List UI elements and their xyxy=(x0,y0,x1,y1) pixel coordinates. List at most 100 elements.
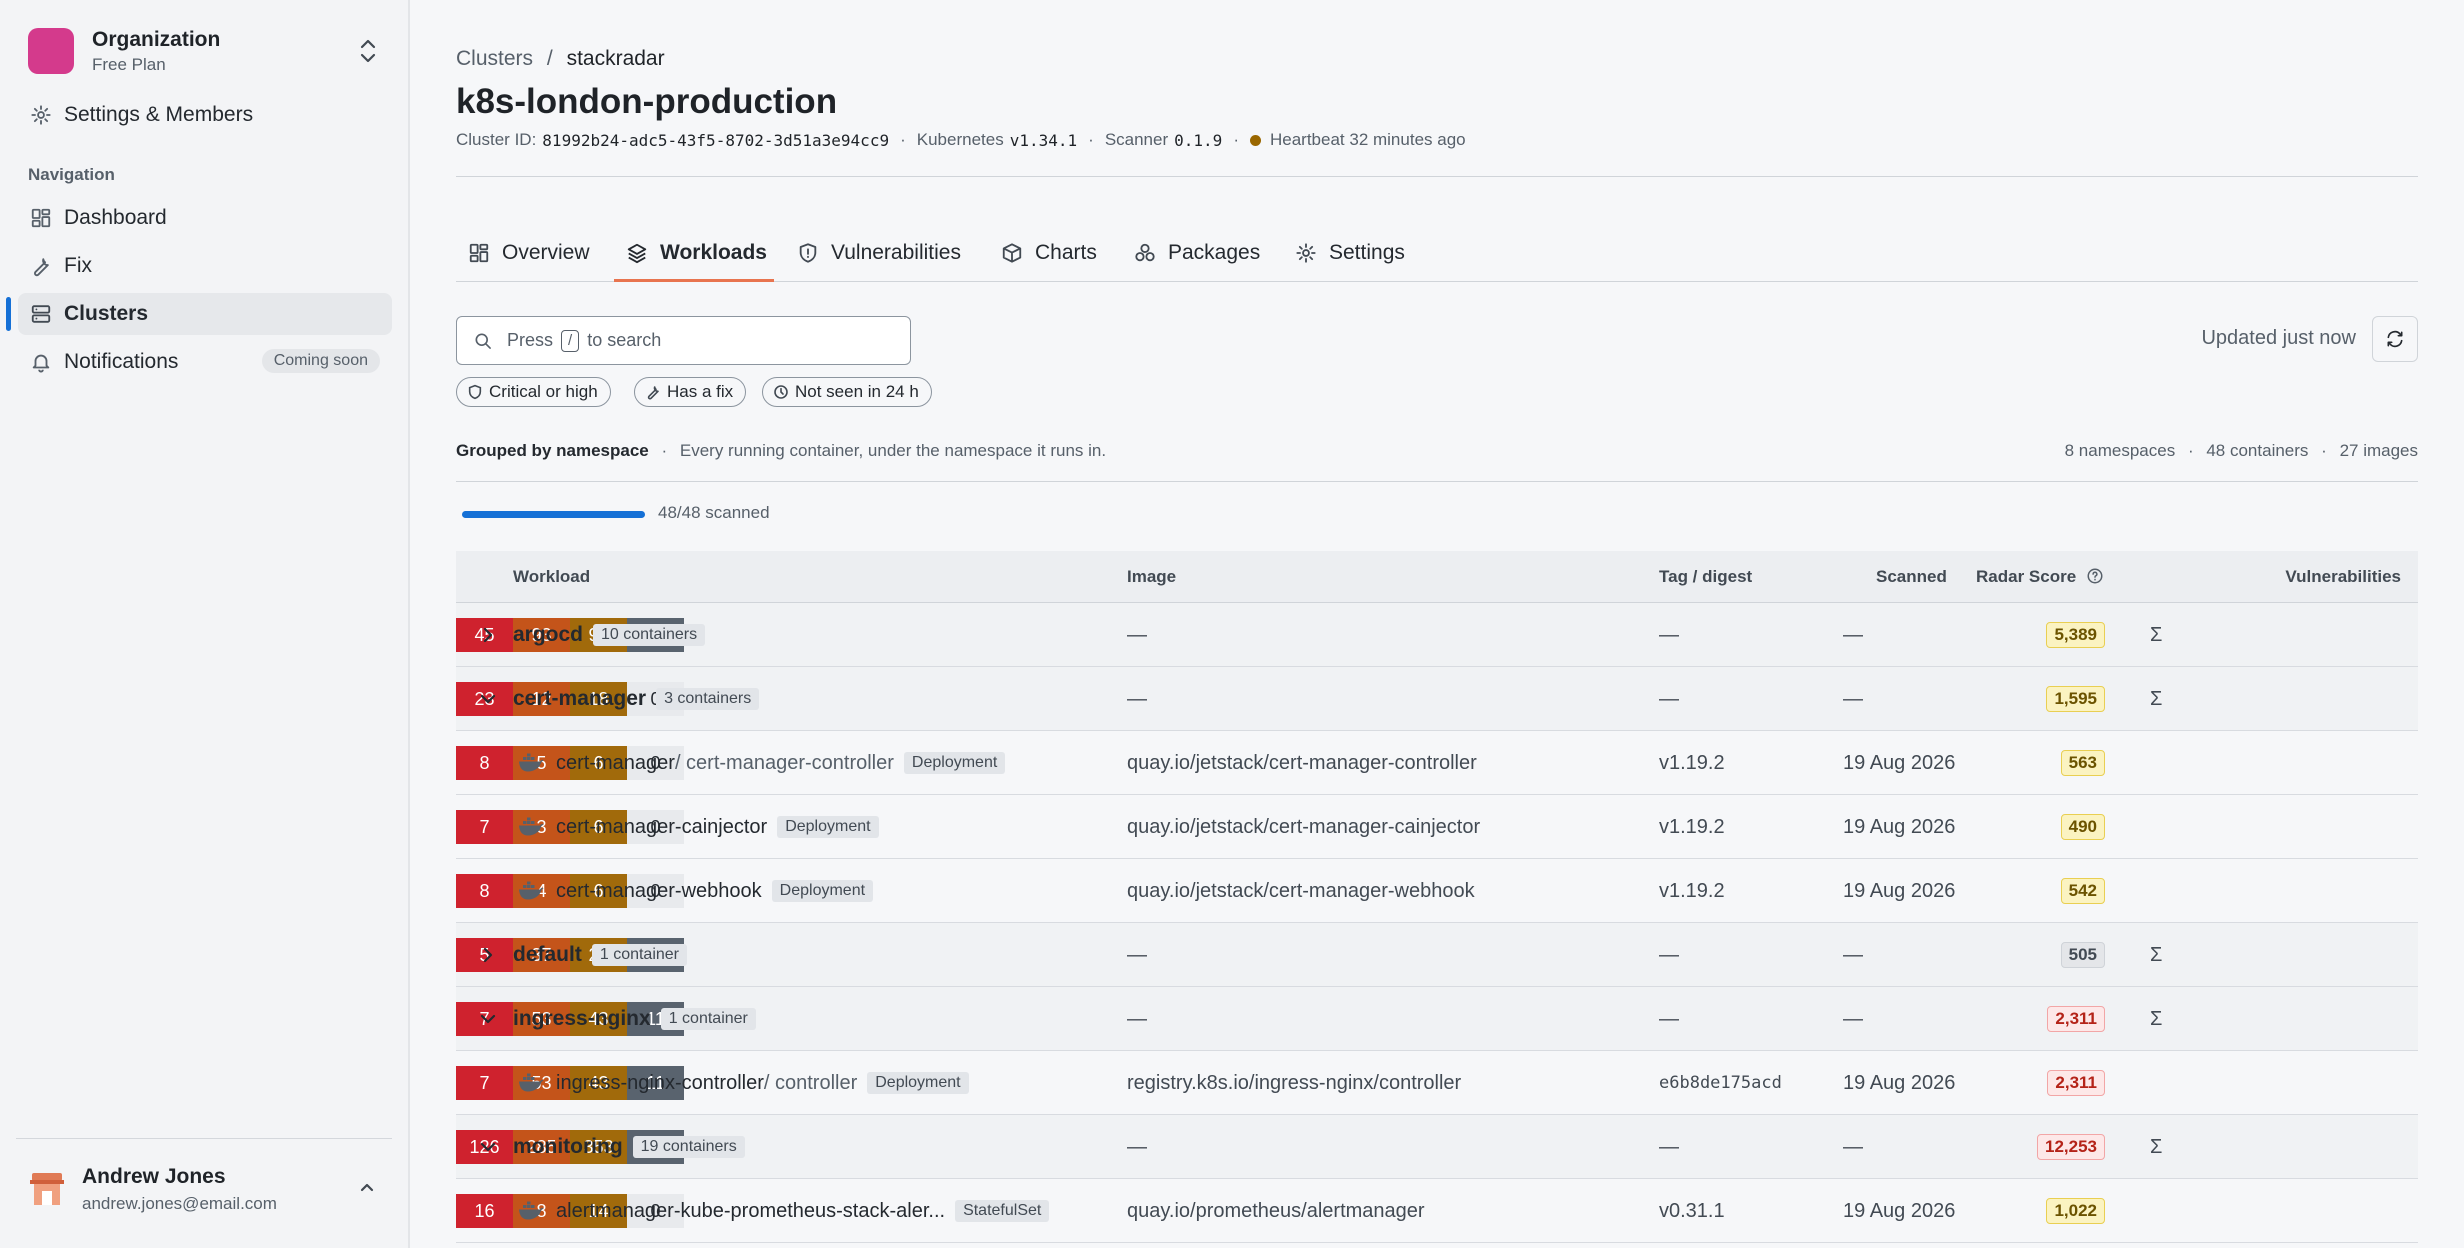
radar-score-badge: 490 xyxy=(2060,814,2105,840)
breadcrumb-root[interactable]: Clusters xyxy=(456,47,533,70)
inventory-counts: 8 namespaces · 48 containers · 27 images xyxy=(2064,441,2418,460)
workloads-table: Workload Image Tag / digest Scanned Rada… xyxy=(456,551,2418,1243)
docker-icon xyxy=(518,753,544,773)
workload-name[interactable]: cert-manager / cert-manager-controller De… xyxy=(518,731,1006,795)
tag-cell: v1.19.2 xyxy=(1659,815,1725,838)
chevron-down-icon[interactable] xyxy=(479,692,497,706)
packages-icon xyxy=(1134,242,1156,264)
refresh-button[interactable] xyxy=(2372,316,2418,362)
scan-progress-label: 48/48 scanned xyxy=(658,503,770,522)
wrench-icon xyxy=(30,255,52,277)
expand-toggle[interactable] xyxy=(478,1115,498,1179)
col-image[interactable]: Image xyxy=(1127,567,1176,587)
tab-charts[interactable]: Charts xyxy=(1001,224,1097,282)
col-tag[interactable]: Tag / digest xyxy=(1659,567,1752,587)
sigma-icon: Σ xyxy=(2150,943,2163,966)
workload-name[interactable]: cert-manager-webhook Deployment xyxy=(518,859,874,923)
scan-progress-bar xyxy=(462,511,645,518)
radar-score: 542 xyxy=(2060,859,2105,923)
namespace-name[interactable]: cert-manager 3 containers xyxy=(513,667,760,731)
search-input[interactable]: Press / to search xyxy=(456,316,911,365)
tag-cell: e6b8de175acd xyxy=(1659,1073,1782,1093)
namespace-row[interactable]: default 1 container — — — Σ 505537274 xyxy=(456,923,2418,987)
image-cell: — xyxy=(1127,943,1147,966)
namespace-row[interactable]: monitoring 19 containers — — — Σ 12,253 126 285 3… xyxy=(456,1115,2418,1179)
vuln-count-critical: 7 xyxy=(456,810,513,844)
sigma-icon: Σ xyxy=(2150,1135,2163,1158)
namespace-row[interactable]: cert-manager3 containers———Σ1,5952312180 xyxy=(456,667,2418,731)
tab-settings[interactable]: Settings xyxy=(1295,224,1405,282)
chevron-updown-icon[interactable] xyxy=(356,36,380,66)
help-icon[interactable] xyxy=(2086,567,2104,585)
sidebar-item-dashboard[interactable]: Dashboard xyxy=(18,197,392,239)
workload-type-badge: Deployment xyxy=(903,752,1006,774)
sidebar-item-label: Clusters xyxy=(64,302,149,325)
workload-row[interactable]: cert-manager-cainjector Deployment quay.io… xyxy=(456,795,2418,859)
scanned-cell: — xyxy=(1843,1007,1863,1030)
settings-members-link[interactable]: Settings & Members xyxy=(18,94,392,136)
tab-label: Charts xyxy=(1035,241,1097,264)
expand-toggle[interactable] xyxy=(478,987,498,1051)
radar-score: 563 xyxy=(2060,731,2105,795)
radar-score-badge: 1,022 xyxy=(2046,1198,2105,1224)
breadcrumb-separator: / xyxy=(546,47,553,70)
workload-row[interactable]: cert-manager-webhook Deployment quay.io/je… xyxy=(456,859,2418,923)
workload-row[interactable]: cert-manager / cert-manager-controller De… xyxy=(456,731,2418,795)
chevron-up-icon[interactable] xyxy=(358,1179,376,1197)
vulnerability-bar[interactable]: 12628535342 xyxy=(456,1115,2418,1179)
radar-score: 12,253 xyxy=(2037,1115,2105,1179)
nav-heading: Navigation xyxy=(28,165,115,184)
divider xyxy=(456,481,2418,482)
chevron-right-icon[interactable] xyxy=(481,946,495,964)
namespace-name[interactable]: default 1 container xyxy=(513,923,688,987)
scanned-cell: 19 Aug 2026 xyxy=(1843,815,1956,838)
sidebar-item-fix[interactable]: Fix xyxy=(18,245,392,287)
scanned-cell: — xyxy=(1843,687,1863,710)
col-workload[interactable]: Workload xyxy=(513,567,590,587)
sidebar-item-notifications[interactable]: Notifications Coming soon xyxy=(18,341,392,383)
workload-name[interactable]: cert-manager-cainjector Deployment xyxy=(518,795,879,859)
col-scanned[interactable]: Scanned xyxy=(1876,567,1947,587)
scanned-cell: — xyxy=(1843,943,1863,966)
user-email: andrew.jones@email.com xyxy=(82,1194,277,1213)
expand-toggle[interactable] xyxy=(478,923,498,987)
namespace-label: ingress-nginx xyxy=(513,1007,651,1030)
chevron-down-icon[interactable] xyxy=(479,1140,497,1154)
tab-packages[interactable]: Packages xyxy=(1134,224,1260,282)
vulnerability-bar[interactable]: 45939418 xyxy=(456,603,2418,667)
org-switcher[interactable]: Organization Free Plan xyxy=(28,26,388,76)
active-indicator xyxy=(6,297,11,331)
tag-cell: — xyxy=(1659,623,1679,646)
gear-icon xyxy=(1295,242,1317,264)
expand-toggle[interactable] xyxy=(478,603,498,667)
namespace-row[interactable]: ingress-nginx 1 container — — — Σ 2,311 7 53 43 11 xyxy=(456,987,2418,1051)
workload-label: cert-manager-webhook xyxy=(556,879,762,902)
filter-critical-or-high[interactable]: Critical or high xyxy=(456,377,611,407)
namespace-name[interactable]: ingress-nginx 1 container xyxy=(513,987,756,1051)
workload-row[interactable]: alertmanager-kube-prometheus-stack-aler.… xyxy=(456,1179,2418,1243)
filter-not-seen-24h[interactable]: Not seen in 24 h xyxy=(762,377,932,407)
workload-name[interactable]: ingress-nginx-controller / controller Dep… xyxy=(518,1051,969,1115)
radar-score-badge: 505 xyxy=(2060,942,2105,968)
tab-workloads[interactable]: Workloads xyxy=(626,224,767,282)
workload-row[interactable]: ingress-nginx-controller / controller Dep… xyxy=(456,1051,2418,1115)
expand-toggle[interactable] xyxy=(478,667,498,731)
namespace-name[interactable]: argocd 10 containers xyxy=(513,603,706,667)
user-menu[interactable]: Andrew Jones andrew.jones@email.com xyxy=(28,1163,388,1223)
vulnerability-bar[interactable]: 537274 xyxy=(456,923,2418,987)
chevron-right-icon[interactable] xyxy=(481,626,495,644)
sidebar-item-clusters[interactable]: Clusters xyxy=(18,293,392,335)
workload-name[interactable]: alertmanager-kube-prometheus-stack-aler.… xyxy=(518,1179,1050,1243)
tab-vulnerabilities[interactable]: Vulnerabilities xyxy=(797,224,961,282)
col-vulnerabilities[interactable]: Vulnerabilities xyxy=(2285,567,2401,587)
col-radar-score[interactable]: Radar Score xyxy=(1976,567,2104,587)
docker-icon xyxy=(518,1073,544,1093)
radar-score-badge: 563 xyxy=(2060,750,2105,776)
namespace-name[interactable]: monitoring 19 containers xyxy=(513,1115,745,1179)
namespace-row[interactable]: argocd 10 containers — — — Σ 5,38945939418 xyxy=(456,603,2418,667)
chevron-down-icon[interactable] xyxy=(479,1012,497,1026)
radar-score-badge: 2,311 xyxy=(2047,1006,2105,1032)
tab-overview[interactable]: Overview xyxy=(468,224,590,282)
filter-has-fix[interactable]: Has a fix xyxy=(634,377,747,407)
search-suffix: to search xyxy=(587,330,662,350)
